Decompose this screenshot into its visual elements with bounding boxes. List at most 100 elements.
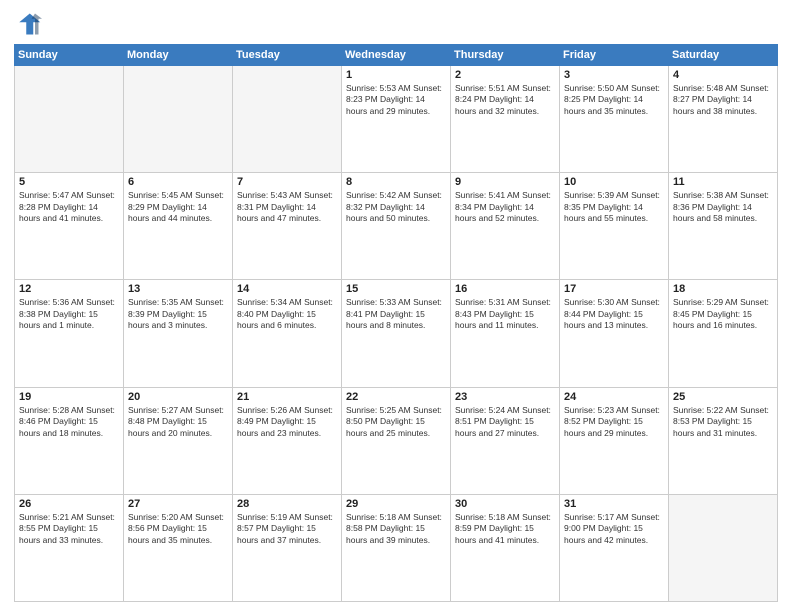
calendar-day-cell (669, 494, 778, 601)
calendar-day-header: Saturday (669, 45, 778, 66)
day-number: 30 (455, 498, 555, 510)
calendar-day-cell: 23Sunrise: 5:24 AM Sunset: 8:51 PM Dayli… (451, 387, 560, 494)
calendar-day-cell: 15 Sunrise: 5:33 AM Sunset: 8:41 PM Dayli… (342, 280, 451, 387)
calendar-day-cell: 13 Sunrise: 5:35 AM Sunset: 8:39 PM Dayli… (124, 280, 233, 387)
day-number: 1 (346, 69, 446, 81)
day-info: Sunrise: 5:28 AM Sunset: 8:46 PM Dayligh… (19, 405, 119, 439)
day-info: Sunrise: 5:47 AM Sunset: 8:28 PM Dayligh… (19, 190, 119, 224)
day-number: 28 (237, 498, 337, 510)
calendar-day-cell: 19 Sunrise: 5:28 AM Sunset: 8:46 PM Dayli… (15, 387, 124, 494)
day-number: 16 (455, 283, 555, 295)
calendar-day-cell: 12 Sunrise: 5:36 AM Sunset: 8:38 PM Dayli… (15, 280, 124, 387)
calendar-day-header: Sunday (15, 45, 124, 66)
day-info: Sunrise: 5:39 AM Sunset: 8:35 PM Dayligh… (564, 190, 664, 224)
day-number: 22 (346, 391, 446, 403)
day-info: Sunrise: 5:53 AM Sunset: 8:23 PM Dayligh… (346, 83, 446, 117)
day-number: 14 (237, 283, 337, 295)
day-number: 15 (346, 283, 446, 295)
day-number: 5 (19, 176, 119, 188)
calendar-day-header: Thursday (451, 45, 560, 66)
day-number: 31 (564, 498, 664, 510)
day-number: 10 (564, 176, 664, 188)
day-number: 20 (128, 391, 228, 403)
day-number: 6 (128, 176, 228, 188)
day-number: 24 (564, 391, 664, 403)
generalblue-logo-icon (14, 10, 42, 38)
calendar-day-cell: 4 Sunrise: 5:48 AM Sunset: 8:27 PM Daylig… (669, 66, 778, 173)
calendar-day-cell (15, 66, 124, 173)
calendar-header-row: SundayMondayTuesdayWednesdayThursdayFrid… (15, 45, 778, 66)
calendar-day-header: Friday (560, 45, 669, 66)
day-number: 29 (346, 498, 446, 510)
day-info: Sunrise: 5:36 AM Sunset: 8:38 PM Dayligh… (19, 297, 119, 331)
calendar-week-row: 12 Sunrise: 5:36 AM Sunset: 8:38 PM Dayli… (15, 280, 778, 387)
day-number: 25 (673, 391, 773, 403)
calendar-day-header: Tuesday (233, 45, 342, 66)
calendar-day-cell: 31 Sunrise: 5:17 AM Sunset: 9:00 PM Dayli… (560, 494, 669, 601)
day-number: 27 (128, 498, 228, 510)
day-info: Sunrise: 5:19 AM Sunset: 8:57 PM Dayligh… (237, 512, 337, 546)
day-number: 23 (455, 391, 555, 403)
day-info: Sunrise: 5:41 AM Sunset: 8:34 PM Dayligh… (455, 190, 555, 224)
day-info: Sunrise: 5:35 AM Sunset: 8:39 PM Dayligh… (128, 297, 228, 331)
day-number: 19 (19, 391, 119, 403)
day-info: Sunrise: 5:33 AM Sunset: 8:41 PM Dayligh… (346, 297, 446, 331)
calendar-day-cell: 9 Sunrise: 5:41 AM Sunset: 8:34 PM Daylig… (451, 173, 560, 280)
calendar-day-cell: 21Sunrise: 5:26 AM Sunset: 8:49 PM Dayli… (233, 387, 342, 494)
day-number: 26 (19, 498, 119, 510)
calendar-day-cell: 20 Sunrise: 5:27 AM Sunset: 8:48 PM Dayli… (124, 387, 233, 494)
day-info: Sunrise: 5:45 AM Sunset: 8:29 PM Dayligh… (128, 190, 228, 224)
calendar-week-row: 1 Sunrise: 5:53 AM Sunset: 8:23 PM Daylig… (15, 66, 778, 173)
calendar-day-cell: 28 Sunrise: 5:19 AM Sunset: 8:57 PM Dayli… (233, 494, 342, 601)
calendar-day-cell: 11Sunrise: 5:38 AM Sunset: 8:36 PM Dayli… (669, 173, 778, 280)
day-info: Sunrise: 5:27 AM Sunset: 8:48 PM Dayligh… (128, 405, 228, 439)
calendar-day-cell: 27 Sunrise: 5:20 AM Sunset: 8:56 PM Dayli… (124, 494, 233, 601)
day-info: Sunrise: 5:22 AM Sunset: 8:53 PM Dayligh… (673, 405, 773, 439)
day-number: 3 (564, 69, 664, 81)
day-number: 2 (455, 69, 555, 81)
day-info: Sunrise: 5:43 AM Sunset: 8:31 PM Dayligh… (237, 190, 337, 224)
day-info: Sunrise: 5:42 AM Sunset: 8:32 PM Dayligh… (346, 190, 446, 224)
calendar-day-cell: 25 Sunrise: 5:22 AM Sunset: 8:53 PM Dayli… (669, 387, 778, 494)
day-info: Sunrise: 5:30 AM Sunset: 8:44 PM Dayligh… (564, 297, 664, 331)
calendar-day-cell (233, 66, 342, 173)
day-number: 4 (673, 69, 773, 81)
calendar-week-row: 26 Sunrise: 5:21 AM Sunset: 8:55 PM Dayli… (15, 494, 778, 601)
calendar-day-header: Monday (124, 45, 233, 66)
day-number: 12 (19, 283, 119, 295)
calendar-week-row: 5 Sunrise: 5:47 AM Sunset: 8:28 PM Daylig… (15, 173, 778, 280)
calendar-day-cell: 8Sunrise: 5:42 AM Sunset: 8:32 PM Daylig… (342, 173, 451, 280)
calendar-day-cell: 1 Sunrise: 5:53 AM Sunset: 8:23 PM Daylig… (342, 66, 451, 173)
day-info: Sunrise: 5:48 AM Sunset: 8:27 PM Dayligh… (673, 83, 773, 117)
calendar-day-cell: 29 Sunrise: 5:18 AM Sunset: 8:58 PM Dayli… (342, 494, 451, 601)
day-number: 21 (237, 391, 337, 403)
day-info: Sunrise: 5:34 AM Sunset: 8:40 PM Dayligh… (237, 297, 337, 331)
day-info: Sunrise: 5:20 AM Sunset: 8:56 PM Dayligh… (128, 512, 228, 546)
calendar-day-cell (124, 66, 233, 173)
calendar-day-cell: 2Sunrise: 5:51 AM Sunset: 8:24 PM Daylig… (451, 66, 560, 173)
day-info: Sunrise: 5:31 AM Sunset: 8:43 PM Dayligh… (455, 297, 555, 331)
day-number: 9 (455, 176, 555, 188)
day-info: Sunrise: 5:18 AM Sunset: 8:58 PM Dayligh… (346, 512, 446, 546)
calendar-day-cell: 18Sunrise: 5:29 AM Sunset: 8:45 PM Dayli… (669, 280, 778, 387)
logo (14, 10, 44, 38)
calendar-day-cell: 10 Sunrise: 5:39 AM Sunset: 8:35 PM Dayli… (560, 173, 669, 280)
page: SundayMondayTuesdayWednesdayThursdayFrid… (0, 0, 792, 612)
day-info: Sunrise: 5:50 AM Sunset: 8:25 PM Dayligh… (564, 83, 664, 117)
day-info: Sunrise: 5:21 AM Sunset: 8:55 PM Dayligh… (19, 512, 119, 546)
calendar-day-cell: 6 Sunrise: 5:45 AM Sunset: 8:29 PM Daylig… (124, 173, 233, 280)
day-number: 7 (237, 176, 337, 188)
calendar-day-cell: 3 Sunrise: 5:50 AM Sunset: 8:25 PM Daylig… (560, 66, 669, 173)
day-info: Sunrise: 5:18 AM Sunset: 8:59 PM Dayligh… (455, 512, 555, 546)
calendar: SundayMondayTuesdayWednesdayThursdayFrid… (14, 44, 778, 602)
day-number: 17 (564, 283, 664, 295)
header (14, 10, 778, 38)
calendar-week-row: 19 Sunrise: 5:28 AM Sunset: 8:46 PM Dayli… (15, 387, 778, 494)
day-number: 13 (128, 283, 228, 295)
calendar-day-cell: 22Sunrise: 5:25 AM Sunset: 8:50 PM Dayli… (342, 387, 451, 494)
calendar-day-cell: 7 Sunrise: 5:43 AM Sunset: 8:31 PM Daylig… (233, 173, 342, 280)
calendar-day-cell: 26 Sunrise: 5:21 AM Sunset: 8:55 PM Dayli… (15, 494, 124, 601)
calendar-day-cell: 24Sunrise: 5:23 AM Sunset: 8:52 PM Dayli… (560, 387, 669, 494)
calendar-day-cell: 16 Sunrise: 5:31 AM Sunset: 8:43 PM Dayli… (451, 280, 560, 387)
day-info: Sunrise: 5:17 AM Sunset: 9:00 PM Dayligh… (564, 512, 664, 546)
